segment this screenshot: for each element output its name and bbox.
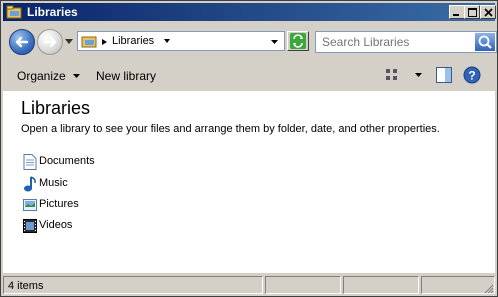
back-button[interactable] — [9, 29, 35, 55]
music-icon — [24, 176, 36, 192]
videos-icon — [23, 219, 37, 233]
page-description: Open a library to see your files and arr… — [21, 123, 440, 135]
organize-chevron-down-icon — [73, 74, 81, 78]
preview-pane-icon[interactable] — [436, 67, 452, 83]
library-label: Music — [39, 177, 68, 189]
documents-icon — [23, 154, 37, 170]
minimize-button[interactable] — [449, 5, 465, 19]
title-bar[interactable]: Libraries — [3, 3, 496, 21]
recent-pages-chevron-down-icon[interactable] — [65, 39, 73, 45]
change-view-icon[interactable] — [385, 68, 399, 82]
minimize-icon — [453, 14, 459, 16]
pictures-icon — [23, 199, 37, 211]
status-cell-2 — [265, 276, 341, 294]
page-title: Libraries — [21, 98, 91, 118]
command-toolbar: Organize New library ? — [3, 61, 495, 92]
back-arrow-icon — [15, 36, 29, 48]
close-button[interactable] — [480, 5, 496, 19]
maximize-button[interactable] — [464, 5, 480, 19]
library-label: Pictures — [39, 198, 79, 210]
explorer-window: Libraries Libraries Search Libraries Org… — [0, 0, 498, 297]
libraries-content: Libraries Open a library to see your fil… — [3, 91, 495, 273]
forward-button[interactable] — [37, 29, 63, 55]
status-bar: 4 items — [3, 275, 495, 295]
svg-text:?: ? — [468, 69, 475, 83]
organize-button[interactable]: Organize — [17, 69, 81, 83]
navigation-bar: Libraries — [3, 23, 497, 61]
search-icon — [478, 35, 492, 49]
address-dropdown-icon[interactable] — [271, 40, 278, 44]
maximize-icon — [468, 8, 477, 17]
status-cell-3 — [343, 276, 419, 294]
item-count: 4 items — [8, 280, 44, 292]
new-library-button[interactable]: New library — [96, 69, 156, 83]
search-box[interactable] — [315, 31, 497, 53]
breadcrumb-libraries[interactable]: Libraries — [112, 35, 154, 47]
help-icon[interactable]: ? — [463, 66, 481, 84]
forward-arrow-icon — [43, 36, 57, 48]
libraries-location-icon — [81, 36, 97, 48]
search-input[interactable] — [318, 34, 478, 50]
view-options-chevron-down-icon[interactable] — [415, 73, 422, 77]
search-button[interactable] — [475, 33, 495, 51]
library-label: Documents — [39, 155, 95, 167]
address-bar[interactable]: Libraries — [77, 31, 285, 51]
refresh-icon — [290, 33, 306, 49]
organize-label: Organize — [17, 69, 66, 83]
window-title: Libraries — [27, 5, 78, 19]
status-cell-count: 4 items — [3, 276, 263, 294]
libraries-folder-icon — [6, 5, 22, 19]
library-label: Videos — [39, 219, 73, 231]
refresh-button[interactable] — [287, 31, 309, 51]
close-icon — [484, 8, 493, 17]
breadcrumb-chevron-down-icon[interactable] — [164, 39, 170, 43]
breadcrumb-separator-icon[interactable] — [102, 39, 107, 45]
resize-grip-icon[interactable] — [483, 283, 494, 294]
